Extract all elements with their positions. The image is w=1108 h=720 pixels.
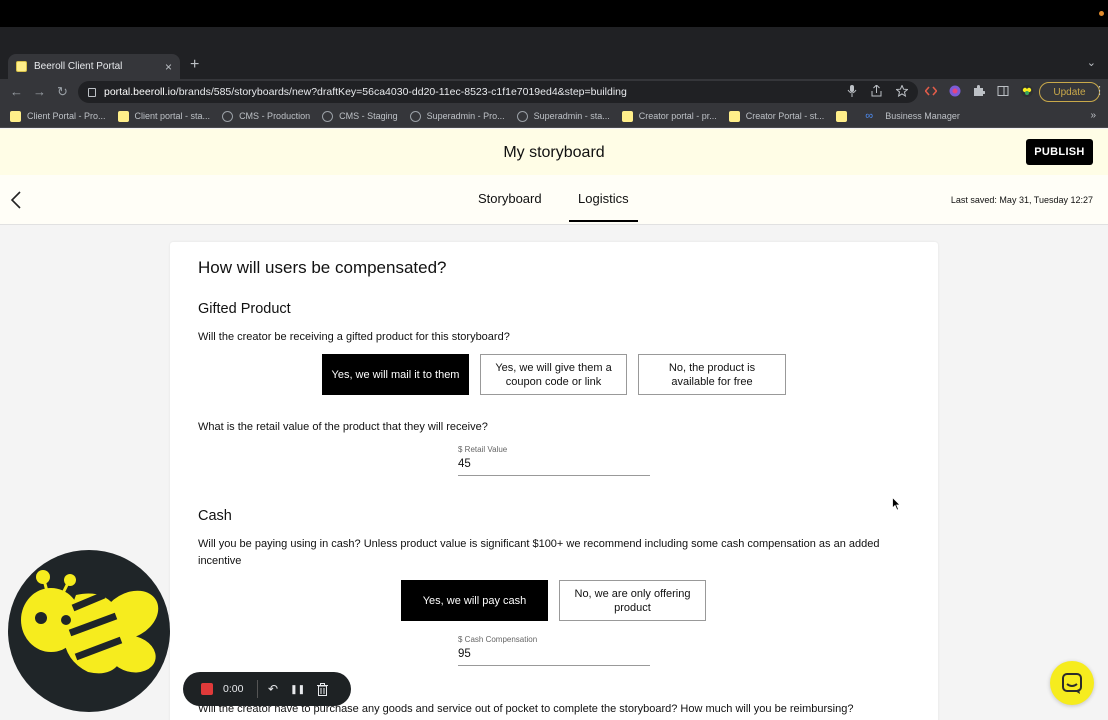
address-bar[interactable]: portal.beeroll.io/brands/585/storyboards… (78, 81, 918, 103)
mouse-cursor-icon (892, 497, 901, 511)
option-coupon-code[interactable]: Yes, we will give them a coupon code or … (480, 354, 627, 395)
undo-icon[interactable]: ↶ (268, 682, 278, 696)
retail-value-field[interactable]: $ Retail Value 45 (458, 445, 650, 476)
lock-icon (88, 87, 96, 97)
url-host: portal.beeroll.io (104, 86, 176, 98)
tab-logistics[interactable]: Logistics (569, 191, 638, 222)
globe-icon (222, 110, 234, 122)
retail-value-input[interactable]: 45 (458, 458, 650, 475)
bee-icon (21, 570, 159, 674)
bookmark-label: CMS - Staging (339, 111, 398, 121)
cash-title: Cash (198, 508, 232, 524)
extension-icons (925, 85, 1033, 97)
new-tab-icon[interactable]: + (190, 56, 199, 74)
bookmark-item[interactable]: Client portal - sta... (117, 110, 211, 122)
yellow-square-icon (10, 110, 21, 122)
os-top-bar (0, 0, 1108, 27)
browser-menu-icon[interactable]: ⋮ (1094, 84, 1105, 97)
bookmarks-bar: Client Portal - Pro... Client portal - s… (0, 105, 1108, 128)
bookmark-label: Superadmin - Pro... (426, 111, 505, 121)
favicon-icon (16, 61, 27, 72)
bookmark-item[interactable]: CMS - Production (222, 110, 311, 122)
stop-recording-button[interactable] (201, 683, 213, 695)
bookmark-label: Client Portal - Pro... (27, 111, 106, 121)
reload-icon[interactable]: ↻ (57, 84, 68, 100)
code-extension-icon[interactable] (925, 85, 937, 97)
yellow-square-icon (728, 110, 740, 122)
pause-icon[interactable]: ❚❚ (290, 684, 305, 695)
bookmark-item[interactable]: Superadmin - Pro... (409, 110, 505, 122)
bookmark-star-icon[interactable] (896, 85, 908, 97)
profile-avatar-icon[interactable] (1021, 85, 1033, 97)
update-button[interactable]: Update (1039, 82, 1100, 102)
url-text: portal.beeroll.io/brands/585/storyboards… (104, 86, 627, 98)
publish-button[interactable]: PUBLISH (1026, 139, 1093, 165)
screen-recorder-controls: 0:00 ↶ ❚❚ (183, 672, 351, 706)
bookmark-label: Creator Portal - st... (745, 111, 825, 121)
recording-indicator-dot (1099, 11, 1104, 16)
browser-tab[interactable]: Beeroll Client Portal × (8, 54, 180, 79)
tab-title: Beeroll Client Portal (34, 61, 123, 72)
cash-compensation-input[interactable]: 95 (458, 648, 650, 665)
tab-storyboard[interactable]: Storyboard (478, 191, 542, 206)
browser-tab-strip: Beeroll Client Portal × + ⌄ (0, 27, 1108, 79)
retail-value-question: What is the retail value of the product … (198, 421, 488, 433)
option-free-product[interactable]: No, the product is available for free (638, 354, 786, 395)
bookmark-label: CMS - Production (239, 111, 311, 121)
bookmark-item[interactable]: Creator portal - pr... (621, 110, 717, 122)
option-pay-cash[interactable]: Yes, we will pay cash (401, 580, 548, 621)
storyboard-subnav: Storyboard Logistics Last saved: May 31,… (0, 175, 1108, 225)
forward-icon[interactable]: → (33, 84, 46, 99)
bookmark-item[interactable]: Superadmin - sta... (516, 110, 610, 122)
puzzle-extension-icon[interactable] (973, 85, 985, 97)
color-extension-icon[interactable] (949, 85, 961, 97)
cash-compensation-field[interactable]: $ Cash Compensation 95 (458, 635, 650, 666)
option-product-only[interactable]: No, we are only offering product (559, 580, 706, 621)
browser-toolbar: ← → ↻ portal.beeroll.io/brands/585/story… (0, 79, 1108, 105)
yellow-square-icon (117, 110, 129, 122)
tab-close-icon[interactable]: × (165, 60, 172, 74)
bookmark-label: Creator portal - pr... (638, 111, 717, 121)
bee-avatar (8, 550, 170, 712)
page-title: My storyboard (503, 144, 605, 161)
microphone-icon[interactable] (847, 85, 857, 97)
gifted-product-title: Gifted Product (198, 301, 291, 317)
meta-icon: ∞ (865, 109, 874, 122)
last-saved-text: Last saved: May 31, Tuesday 12:27 (950, 195, 1093, 205)
trash-icon[interactable] (317, 682, 329, 696)
yellow-square-icon (836, 110, 848, 122)
bookmark-label: Superadmin - sta... (533, 111, 610, 121)
bookmark-label: Client portal - sta... (134, 111, 211, 121)
compensation-card: How will users be compensated? Gifted Pr… (170, 242, 938, 720)
yellow-square-icon (621, 110, 633, 122)
bookmark-item[interactable]: Creator Portal - st... (728, 110, 825, 122)
bookmark-item[interactable]: CMS - Staging (322, 110, 398, 122)
omnibox-icons (847, 85, 908, 97)
back-icon[interactable]: ← (10, 84, 23, 99)
bookmark-item[interactable] (836, 110, 853, 122)
chat-launcher-button[interactable] (1050, 661, 1094, 705)
section-heading: How will users be compensated? (198, 258, 447, 277)
share-icon[interactable] (871, 85, 882, 97)
bookmark-item[interactable]: ∞ Business Manager (865, 109, 960, 122)
globe-icon (409, 110, 421, 122)
gifted-question: Will the creator be receiving a gifted p… (198, 331, 510, 343)
globe-icon (516, 110, 528, 122)
cash-question: Will you be paying using in cash? Unless… (198, 538, 880, 567)
bookmark-label: Business Manager (885, 111, 960, 121)
sidebar-icon[interactable] (997, 85, 1009, 97)
globe-icon (322, 110, 334, 122)
url-path: /brands/585/storyboards/new?draftKey=56c… (175, 86, 627, 98)
cash-compensation-label: $ Cash Compensation (458, 635, 538, 644)
bookmarks-overflow-icon[interactable]: » (1090, 110, 1096, 121)
option-mail-product[interactable]: Yes, we will mail it to them (322, 354, 469, 395)
recorder-divider (257, 680, 258, 698)
chat-icon (1062, 673, 1082, 694)
app-header: My storyboard PUBLISH (0, 129, 1108, 175)
tab-search-icon[interactable]: ⌄ (1087, 56, 1096, 69)
bookmark-item[interactable]: Client Portal - Pro... (10, 110, 106, 122)
back-arrow-icon[interactable] (10, 191, 22, 209)
retail-value-label: $ Retail Value (458, 445, 508, 454)
recording-time: 0:00 (223, 683, 244, 695)
